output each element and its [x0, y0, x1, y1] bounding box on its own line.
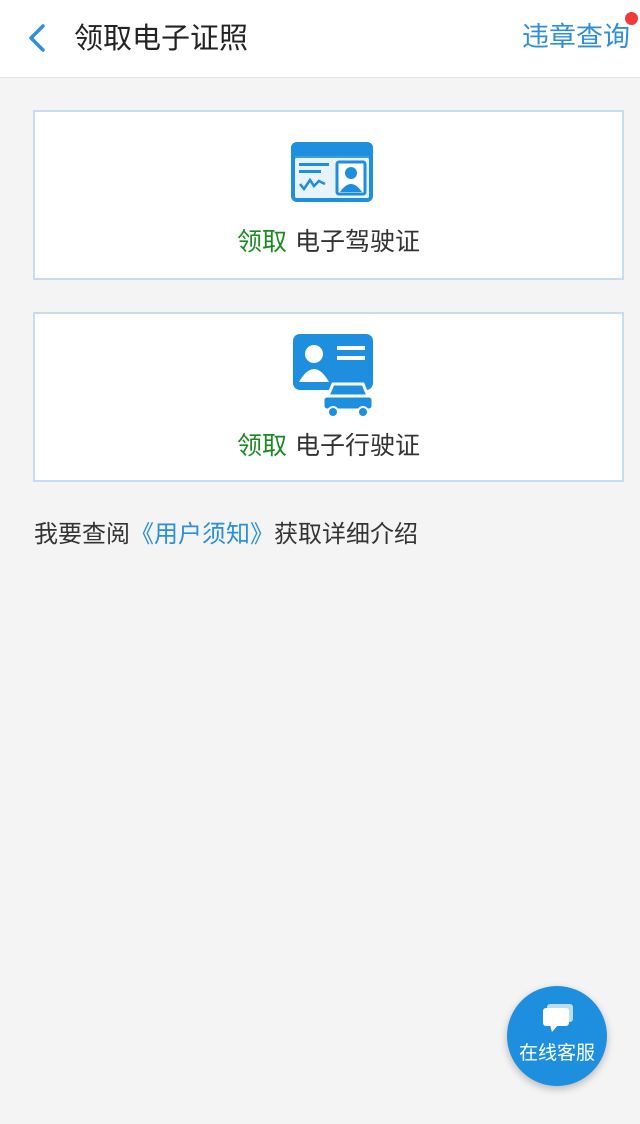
driver-license-icon	[291, 142, 373, 202]
chevron-left-icon	[29, 24, 45, 52]
top-bar: 领取电子证照 违章查询	[0, 0, 640, 78]
online-service-button[interactable]: 在线客服	[507, 986, 607, 1086]
online-service-label: 在线客服	[518, 1042, 595, 1064]
violation-query-link[interactable]: 违章查询	[522, 18, 630, 58]
page-title: 领取电子证照	[74, 21, 249, 55]
card-label: 领取 电子行驶证	[35, 428, 622, 464]
claim-driver-license-card[interactable]: 领取 电子驾驶证	[33, 110, 624, 280]
vehicle-license-icon	[293, 334, 375, 418]
notice-prefix: 我要查阅	[34, 520, 130, 548]
claim-action-text: 领取	[237, 431, 288, 460]
user-terms-link[interactable]: 《用户须知》	[130, 520, 274, 548]
claim-action-text: 领取	[237, 227, 288, 256]
back-button[interactable]	[18, 18, 58, 58]
driver-license-text: 电子驾驶证	[294, 227, 420, 256]
notification-dot	[625, 12, 638, 25]
card-label: 领取 电子驾驶证	[35, 224, 622, 260]
user-notice: 我要查阅《用户须知》获取详细介绍	[34, 516, 418, 552]
vehicle-license-text: 电子行驶证	[294, 431, 420, 460]
claim-vehicle-license-card[interactable]: 领取 电子行驶证	[33, 312, 624, 482]
chat-icon	[543, 1004, 573, 1032]
notice-suffix: 获取详细介绍	[274, 520, 418, 548]
